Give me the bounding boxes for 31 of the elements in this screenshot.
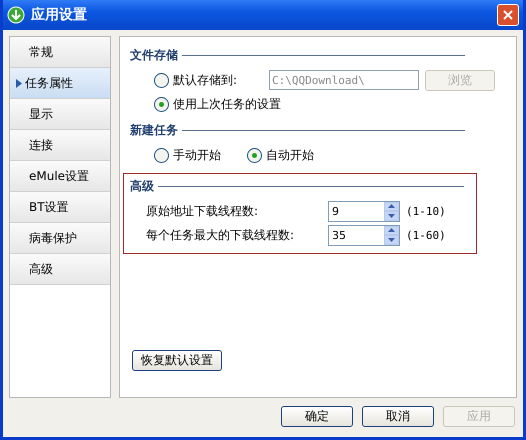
- sidebar-item[interactable]: 常规: [10, 37, 110, 68]
- range-hint: (1-60): [406, 228, 446, 242]
- dialog-button[interactable]: 取消: [362, 406, 434, 427]
- radio-button[interactable]: [154, 72, 169, 88]
- sidebar-item[interactable]: 连接: [10, 130, 110, 161]
- sidebar-item[interactable]: 显示: [10, 99, 110, 130]
- radio-button[interactable]: [154, 148, 169, 162]
- radio-button[interactable]: [247, 148, 262, 162]
- dialog-button[interactable]: 确定: [281, 406, 353, 427]
- field-label: 每个任务最大的下载线程数:: [146, 226, 296, 244]
- radio-label[interactable]: 自动开始: [266, 146, 314, 164]
- sidebar-item[interactable]: BT设置: [10, 192, 110, 223]
- section-title: 文件存储: [130, 47, 178, 64]
- caret-icon: [16, 78, 22, 88]
- section-title: 高级: [130, 178, 154, 195]
- field-label: 原始地址下载线程数:: [146, 202, 260, 220]
- radio-label[interactable]: 使用上次任务的设置: [173, 96, 281, 112]
- window-title: 应用设置: [31, 6, 87, 24]
- close-button[interactable]: [497, 4, 519, 26]
- restore-defaults-button[interactable]: 恢复默认设置: [132, 350, 222, 371]
- radio-label[interactable]: 默认存储到:: [173, 72, 238, 88]
- close-icon: [503, 10, 513, 20]
- section-title: 新建任务: [130, 122, 178, 139]
- range-hint: (1-10): [406, 204, 446, 218]
- radio-button[interactable]: [154, 96, 169, 112]
- sidebar-item[interactable]: eMule设置: [10, 161, 110, 192]
- sidebar-item[interactable]: 高级: [10, 254, 110, 285]
- sidebar-item[interactable]: 任务属性: [10, 68, 110, 99]
- sidebar-item[interactable]: 病毒保护: [10, 223, 110, 254]
- download-logo-icon: [7, 6, 25, 24]
- radio-label[interactable]: 手动开始: [173, 146, 221, 164]
